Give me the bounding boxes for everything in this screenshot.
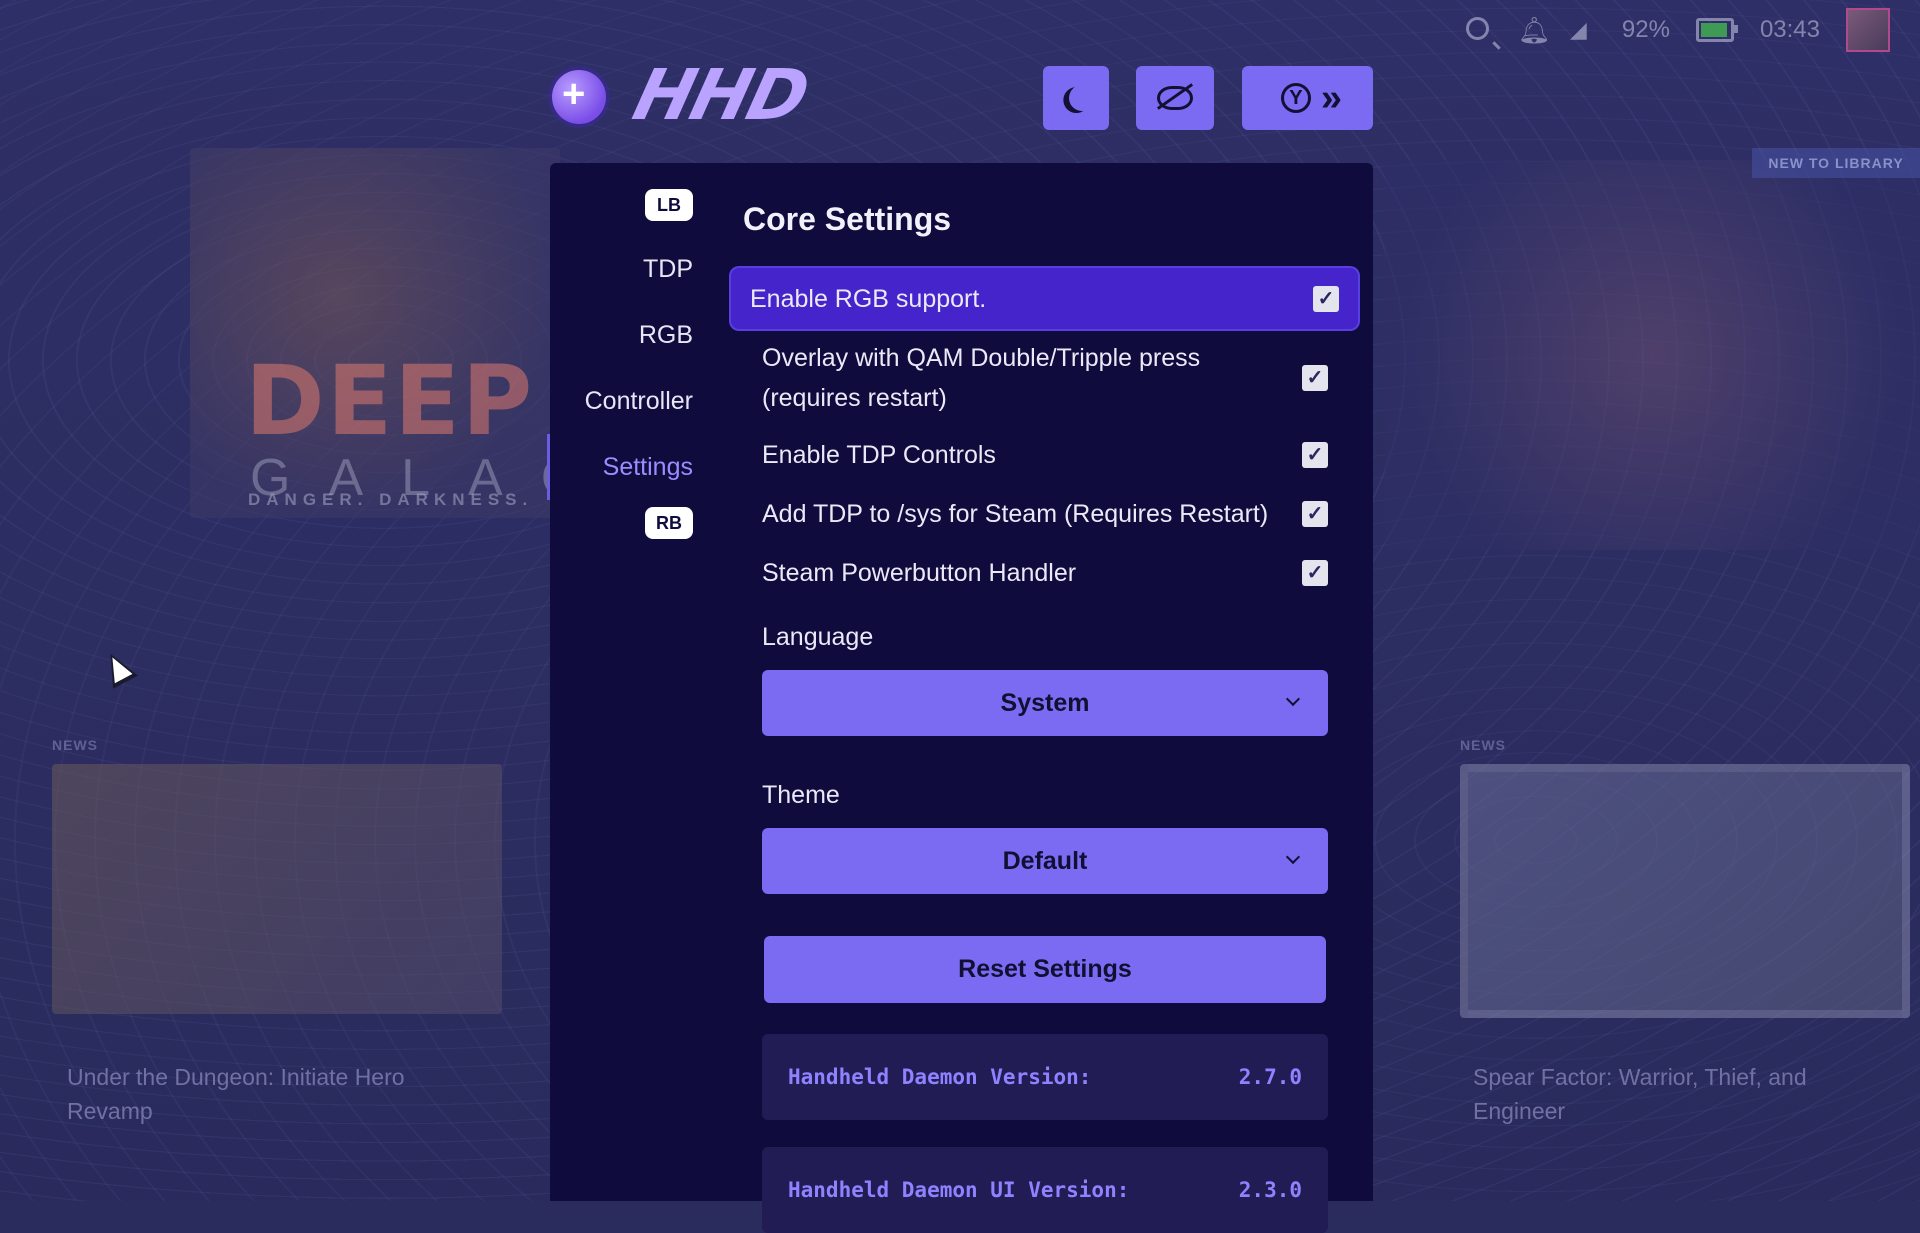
hide-overlay-button[interactable] (1136, 66, 1214, 130)
eye-off-icon (1157, 86, 1193, 110)
expand-button[interactable]: Y » (1242, 66, 1373, 130)
double-chevron-right-icon: » (1320, 77, 1342, 119)
option-label: Steam Powerbutton Handler (762, 559, 1077, 587)
clock: 03:43 (1759, 16, 1820, 43)
page-title: Core Settings (743, 201, 952, 237)
news-card-right[interactable] (1460, 764, 1910, 1018)
sidebar-item-settings[interactable]: Settings (603, 453, 693, 482)
theme-value: Default (1002, 846, 1088, 875)
version-label: Handheld Daemon UI Version: (788, 1178, 1130, 1202)
language-label: Language (762, 623, 874, 651)
rb-badge[interactable]: RB (645, 507, 693, 539)
daemon-version-row: Handheld Daemon Version: 2.7.0 (762, 1034, 1328, 1120)
lb-badge[interactable]: LB (645, 189, 693, 221)
option-tdp-sys[interactable]: Add TDP to /sys for Steam (Requires Rest… (762, 494, 1328, 534)
theme-select[interactable]: Default (762, 828, 1328, 894)
active-tab-indicator (547, 434, 550, 500)
mouse-cursor-icon (98, 647, 138, 689)
battery-percent: 92% (1621, 16, 1670, 43)
avatar[interactable] (1846, 8, 1890, 52)
bell-icon[interactable]: 🔔︎ (1518, 17, 1551, 43)
option-label: Enable TDP Controls (762, 441, 996, 469)
battery-icon (1695, 18, 1738, 42)
hero-tagline: DANGER. DARKNESS. (248, 490, 534, 509)
checkbox[interactable]: ✓ (1313, 285, 1339, 312)
theme-toggle-button[interactable] (1043, 66, 1109, 130)
checkbox[interactable]: ✓ (1302, 501, 1328, 527)
hhd-logo-text: HHD (625, 54, 816, 136)
news-label-left: NEWS (52, 737, 98, 753)
chevron-down-icon (1285, 849, 1301, 865)
language-value: System (1000, 688, 1090, 717)
checkbox[interactable]: ✓ (1302, 560, 1328, 586)
sidebar-item-tdp[interactable]: TDP (643, 255, 693, 284)
chevron-down-icon (1285, 691, 1301, 707)
sidebar-item-controller[interactable]: Controller (585, 387, 693, 416)
news-card-left[interactable] (52, 764, 502, 1014)
option-enable-rgb[interactable]: Enable RGB support. ✓ (731, 268, 1358, 329)
checkbox[interactable]: ✓ (1302, 442, 1328, 468)
option-enable-tdp[interactable]: Enable TDP Controls ✓ (762, 435, 1328, 475)
option-powerbutton[interactable]: Steam Powerbutton Handler ✓ (762, 553, 1328, 593)
moon-icon (1065, 81, 1098, 114)
language-select[interactable]: System (762, 670, 1328, 736)
news-label-right: NEWS (1460, 737, 1506, 753)
version-value: 2.7.0 (1238, 1065, 1302, 1089)
theme-label: Theme (762, 781, 840, 809)
option-label: Overlay with QAM Double/Tripple press (r… (762, 344, 1201, 412)
right-art (1385, 160, 1920, 550)
hhd-logo-icon: + (552, 70, 606, 124)
option-label: Add TDP to /sys for Steam (Requires Rest… (762, 500, 1269, 528)
version-value: 2.3.0 (1238, 1178, 1302, 1202)
search-icon[interactable] (1465, 17, 1492, 43)
news-caption-left[interactable]: Under the Dungeon: Initiate Hero Revamp (67, 1060, 467, 1128)
option-overlay-qam[interactable]: Overlay with QAM Double/Tripple press (r… (762, 338, 1328, 418)
reset-settings-button[interactable]: Reset Settings (764, 936, 1326, 1003)
new-to-library-badge: NEW TO LIBRARY (1752, 148, 1920, 178)
news-caption-right[interactable]: Spear Factor: Warrior, Thief, and Engine… (1473, 1060, 1873, 1128)
status-bar: 🔔︎ ◢ 92% 03:43 (1465, 8, 1890, 52)
daemon-ui-version-row: Handheld Daemon UI Version: 2.3.0 (762, 1147, 1328, 1233)
option-label: Enable RGB support. (750, 284, 987, 313)
y-button-icon: Y (1280, 83, 1311, 113)
checkbox[interactable]: ✓ (1302, 365, 1328, 391)
network-icon: ◢ (1569, 17, 1587, 42)
sidebar-item-rgb[interactable]: RGB (639, 321, 693, 350)
hhd-settings-panel: LB TDP RGB Controller Settings RB Core S… (547, 163, 1373, 1233)
version-label: Handheld Daemon Version: (788, 1065, 1092, 1089)
